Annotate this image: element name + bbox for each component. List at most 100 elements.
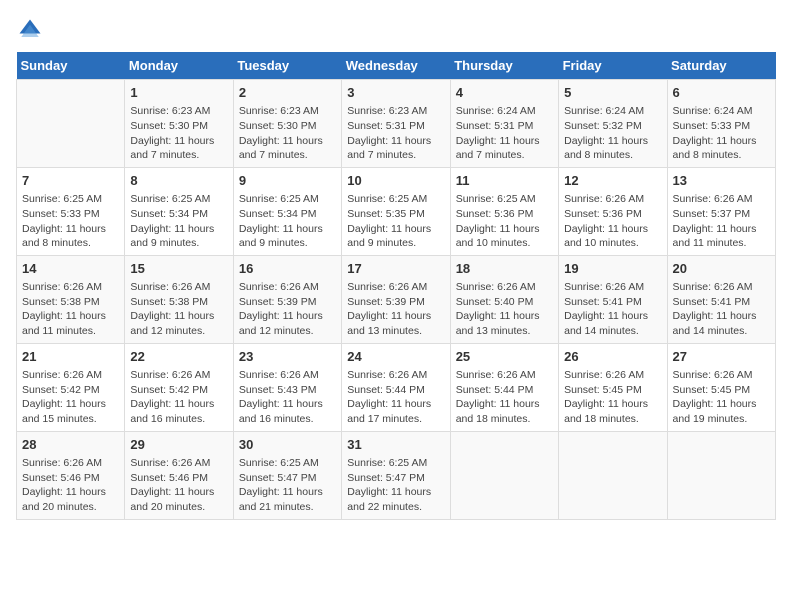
calendar-cell: 18Sunrise: 6:26 AM Sunset: 5:40 PM Dayli… xyxy=(450,255,558,343)
day-info: Sunrise: 6:26 AM Sunset: 5:38 PM Dayligh… xyxy=(130,280,227,339)
day-info: Sunrise: 6:26 AM Sunset: 5:39 PM Dayligh… xyxy=(239,280,336,339)
calendar-cell: 26 Sunrise: 6:26 AM Sunset: 5:45 PM Dayli… xyxy=(559,343,667,431)
day-info: Sunrise: 6:26 AM Sunset: 5:42 PM Dayligh… xyxy=(130,368,227,427)
day-info: Sunrise: 6:25 AM Sunset: 5:35 PM Dayligh… xyxy=(347,192,444,251)
day-number: 9 xyxy=(239,172,336,190)
day-info: Sunrise: 6:26 AM Sunset: 5:37 PM Dayligh… xyxy=(673,192,770,251)
day-number: 3 xyxy=(347,84,444,102)
day-info: Sunrise: 6:25 AM Sunset: 5:34 PM Dayligh… xyxy=(239,192,336,251)
day-info: Sunrise: 6:26 AM Sunset: 5:45 PM Dayligh… xyxy=(564,368,661,427)
day-info: Sunrise: 6:26 AM Sunset: 5:39 PM Dayligh… xyxy=(347,280,444,339)
calendar-cell: 21 Sunrise: 6:26 AM Sunset: 5:42 PM Dayli… xyxy=(17,343,125,431)
day-info: Sunrise: 6:24 AM Sunset: 5:33 PM Dayligh… xyxy=(673,104,770,163)
day-number: 10 xyxy=(347,172,444,190)
day-number: 30 xyxy=(239,436,336,454)
calendar-cell: 3 Sunrise: 6:23 AM Sunset: 5:31 PM Daylig… xyxy=(342,80,450,168)
weekday-header-cell: Saturday xyxy=(667,52,775,80)
calendar-cell: 31Sunrise: 6:25 AM Sunset: 5:47 PM Dayli… xyxy=(342,431,450,519)
calendar-cell: 14Sunrise: 6:26 AM Sunset: 5:38 PM Dayli… xyxy=(17,255,125,343)
calendar-cell: 10 Sunrise: 6:25 AM Sunset: 5:35 PM Dayli… xyxy=(342,167,450,255)
calendar-cell xyxy=(17,80,125,168)
day-number: 19 xyxy=(564,260,661,278)
calendar-cell: 17Sunrise: 6:26 AM Sunset: 5:39 PM Dayli… xyxy=(342,255,450,343)
day-number: 13 xyxy=(673,172,770,190)
calendar-cell: 11Sunrise: 6:25 AM Sunset: 5:36 PM Dayli… xyxy=(450,167,558,255)
calendar-cell: 15 Sunrise: 6:26 AM Sunset: 5:38 PM Dayli… xyxy=(125,255,233,343)
day-info: Sunrise: 6:23 AM Sunset: 5:31 PM Dayligh… xyxy=(347,104,444,163)
calendar-cell: 22 Sunrise: 6:26 AM Sunset: 5:42 PM Dayli… xyxy=(125,343,233,431)
day-number: 20 xyxy=(673,260,770,278)
day-info: Sunrise: 6:26 AM Sunset: 5:42 PM Dayligh… xyxy=(22,368,119,427)
day-info: Sunrise: 6:25 AM Sunset: 5:47 PM Dayligh… xyxy=(347,456,444,515)
calendar-cell: 1 Sunrise: 6:23 AM Sunset: 5:30 PM Daylig… xyxy=(125,80,233,168)
logo-icon xyxy=(16,16,44,44)
day-number: 23 xyxy=(239,348,336,366)
calendar-cell xyxy=(559,431,667,519)
day-info: Sunrise: 6:26 AM Sunset: 5:46 PM Dayligh… xyxy=(22,456,119,515)
calendar-week-row: 21 Sunrise: 6:26 AM Sunset: 5:42 PM Dayli… xyxy=(17,343,776,431)
day-number: 7 xyxy=(22,172,119,190)
weekday-header-cell: Tuesday xyxy=(233,52,341,80)
day-number: 6 xyxy=(673,84,770,102)
day-info: Sunrise: 6:26 AM Sunset: 5:44 PM Dayligh… xyxy=(456,368,553,427)
day-number: 26 xyxy=(564,348,661,366)
day-number: 18 xyxy=(456,260,553,278)
day-number: 25 xyxy=(456,348,553,366)
day-info: Sunrise: 6:26 AM Sunset: 5:36 PM Dayligh… xyxy=(564,192,661,251)
page-header xyxy=(16,16,776,44)
day-number: 11 xyxy=(456,172,553,190)
day-number: 22 xyxy=(130,348,227,366)
calendar-cell: 12 Sunrise: 6:26 AM Sunset: 5:36 PM Dayli… xyxy=(559,167,667,255)
day-number: 21 xyxy=(22,348,119,366)
day-info: Sunrise: 6:23 AM Sunset: 5:30 PM Dayligh… xyxy=(239,104,336,163)
day-number: 8 xyxy=(130,172,227,190)
calendar-cell: 19 Sunrise: 6:26 AM Sunset: 5:41 PM Dayli… xyxy=(559,255,667,343)
day-number: 2 xyxy=(239,84,336,102)
day-info: Sunrise: 6:25 AM Sunset: 5:33 PM Dayligh… xyxy=(22,192,119,251)
calendar-cell xyxy=(450,431,558,519)
weekday-header-cell: Sunday xyxy=(17,52,125,80)
weekday-header-cell: Friday xyxy=(559,52,667,80)
day-info: Sunrise: 6:26 AM Sunset: 5:43 PM Dayligh… xyxy=(239,368,336,427)
day-number: 24 xyxy=(347,348,444,366)
calendar-week-row: 1 Sunrise: 6:23 AM Sunset: 5:30 PM Daylig… xyxy=(17,80,776,168)
calendar-cell xyxy=(667,431,775,519)
day-info: Sunrise: 6:26 AM Sunset: 5:45 PM Dayligh… xyxy=(673,368,770,427)
day-number: 16 xyxy=(239,260,336,278)
day-number: 15 xyxy=(130,260,227,278)
day-info: Sunrise: 6:26 AM Sunset: 5:38 PM Dayligh… xyxy=(22,280,119,339)
day-info: Sunrise: 6:23 AM Sunset: 5:30 PM Dayligh… xyxy=(130,104,227,163)
logo xyxy=(16,16,48,44)
calendar-cell: 28 Sunrise: 6:26 AM Sunset: 5:46 PM Dayli… xyxy=(17,431,125,519)
day-number: 27 xyxy=(673,348,770,366)
calendar-cell: 25 Sunrise: 6:26 AM Sunset: 5:44 PM Dayli… xyxy=(450,343,558,431)
day-number: 1 xyxy=(130,84,227,102)
day-info: Sunrise: 6:26 AM Sunset: 5:41 PM Dayligh… xyxy=(673,280,770,339)
calendar-week-row: 14Sunrise: 6:26 AM Sunset: 5:38 PM Dayli… xyxy=(17,255,776,343)
calendar-cell: 30 Sunrise: 6:25 AM Sunset: 5:47 PM Dayli… xyxy=(233,431,341,519)
day-number: 4 xyxy=(456,84,553,102)
calendar-cell: 5Sunrise: 6:24 AM Sunset: 5:32 PM Daylig… xyxy=(559,80,667,168)
calendar-cell: 4 Sunrise: 6:24 AM Sunset: 5:31 PM Daylig… xyxy=(450,80,558,168)
calendar-cell: 8 Sunrise: 6:25 AM Sunset: 5:34 PM Daylig… xyxy=(125,167,233,255)
calendar-cell: 24Sunrise: 6:26 AM Sunset: 5:44 PM Dayli… xyxy=(342,343,450,431)
calendar-cell: 9 Sunrise: 6:25 AM Sunset: 5:34 PM Daylig… xyxy=(233,167,341,255)
day-info: Sunrise: 6:24 AM Sunset: 5:31 PM Dayligh… xyxy=(456,104,553,163)
day-info: Sunrise: 6:26 AM Sunset: 5:41 PM Dayligh… xyxy=(564,280,661,339)
day-info: Sunrise: 6:25 AM Sunset: 5:34 PM Dayligh… xyxy=(130,192,227,251)
weekday-header-cell: Wednesday xyxy=(342,52,450,80)
calendar-cell: 2 Sunrise: 6:23 AM Sunset: 5:30 PM Daylig… xyxy=(233,80,341,168)
calendar-cell: 13 Sunrise: 6:26 AM Sunset: 5:37 PM Dayli… xyxy=(667,167,775,255)
calendar-cell: 23 Sunrise: 6:26 AM Sunset: 5:43 PM Dayli… xyxy=(233,343,341,431)
weekday-header-cell: Monday xyxy=(125,52,233,80)
day-info: Sunrise: 6:26 AM Sunset: 5:46 PM Dayligh… xyxy=(130,456,227,515)
day-number: 5 xyxy=(564,84,661,102)
calendar-cell: 6 Sunrise: 6:24 AM Sunset: 5:33 PM Daylig… xyxy=(667,80,775,168)
day-info: Sunrise: 6:25 AM Sunset: 5:47 PM Dayligh… xyxy=(239,456,336,515)
calendar-cell: 27 Sunrise: 6:26 AM Sunset: 5:45 PM Dayli… xyxy=(667,343,775,431)
calendar-cell: 16 Sunrise: 6:26 AM Sunset: 5:39 PM Dayli… xyxy=(233,255,341,343)
day-number: 12 xyxy=(564,172,661,190)
calendar-table: SundayMondayTuesdayWednesdayThursdayFrid… xyxy=(16,52,776,520)
day-number: 28 xyxy=(22,436,119,454)
day-number: 29 xyxy=(130,436,227,454)
